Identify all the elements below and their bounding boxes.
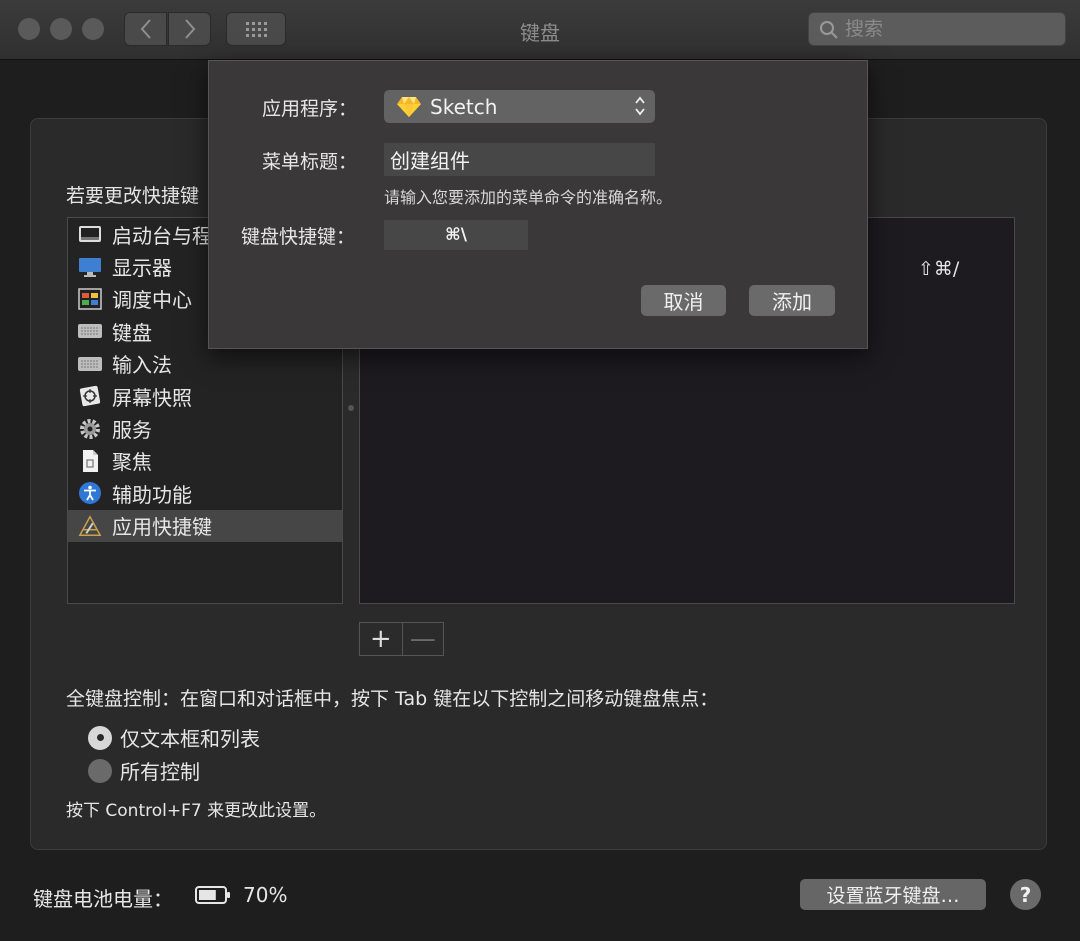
screenshot-icon: [78, 384, 102, 408]
splitter-handle[interactable]: [348, 405, 354, 411]
radio-label: 所有控制: [120, 760, 200, 784]
radio-label: 仅文本框和列表: [120, 727, 260, 751]
application-select-value: Sketch: [430, 94, 498, 119]
sidebar-item-label: 服务: [112, 418, 152, 443]
menu-title-field[interactable]: [384, 143, 655, 176]
sidebar-item-services[interactable]: 服务: [68, 412, 342, 444]
chevron-updown-icon: [635, 96, 645, 116]
sidebar-item-spotlight[interactable]: 聚焦: [68, 445, 342, 477]
application-label: 应用程序：: [262, 98, 358, 120]
menu-title-label: 菜单标题：: [262, 151, 358, 173]
help-button[interactable]: ?: [1010, 879, 1041, 910]
add-remove-control: + —: [359, 622, 444, 656]
add-shortcut-button[interactable]: +: [360, 623, 402, 655]
setup-bluetooth-keyboard-button[interactable]: 设置蓝牙键盘…: [800, 879, 986, 910]
radio-button[interactable]: [88, 725, 112, 750]
radio-text-boxes-and-lists[interactable]: 仅文本框和列表: [88, 723, 260, 752]
keyboard-shortcut-field[interactable]: ⌘\: [384, 220, 528, 250]
sketch-app-icon: [397, 96, 421, 117]
accessibility-icon: [78, 481, 102, 505]
sidebar-item-label: 输入法: [112, 353, 172, 378]
mission-control-icon: [78, 287, 102, 311]
remove-shortcut-button[interactable]: —: [401, 623, 443, 655]
spotlight-icon: [78, 449, 102, 473]
keyboard-icon: [78, 319, 102, 343]
sidebar-item-label: 键盘: [112, 320, 152, 345]
sidebar-item-label: 调度中心: [112, 288, 192, 313]
battery-percent: 70%: [243, 883, 288, 907]
application-select[interactable]: Sketch: [384, 90, 655, 123]
titlebar: 键盘: [0, 0, 1080, 60]
search-field[interactable]: [808, 12, 1066, 46]
sidebar-item-input-method[interactable]: 输入法: [68, 348, 342, 380]
menu-title-hint: 请输入您要添加的菜单命令的准确名称。: [384, 188, 673, 207]
radio-all-controls[interactable]: 所有控制: [88, 756, 200, 785]
display-icon: [78, 255, 102, 279]
add-button[interactable]: 添加: [749, 285, 835, 316]
launchpad-icon: [78, 222, 102, 246]
keyboard-shortcut-label: 键盘快捷键：: [241, 226, 356, 248]
gear-icon: [78, 417, 102, 441]
battery-icon: [195, 886, 230, 904]
sidebar-item-label: 启动台与程: [112, 223, 212, 248]
search-input[interactable]: [845, 16, 1055, 42]
full-keyboard-control-label: 全键盘控制：在窗口和对话框中，按下 Tab 键在以下控制之间移动键盘焦点：: [66, 688, 719, 710]
sidebar-item-label: 聚焦: [112, 450, 152, 475]
shortcut-key-value[interactable]: ⇧⌘/: [918, 258, 959, 280]
search-icon: [820, 21, 838, 39]
app-shortcuts-icon: [78, 514, 102, 538]
sidebar-item-label: 屏幕快照: [112, 385, 192, 410]
sidebar-item-app-shortcuts[interactable]: 应用快捷键: [68, 509, 342, 542]
sidebar-item-label: 辅助功能: [112, 482, 192, 507]
sidebar-item-screenshot[interactable]: 屏幕快照: [68, 380, 342, 412]
sidebar-item-label: 应用快捷键: [112, 515, 212, 540]
cancel-button[interactable]: 取消: [641, 285, 726, 316]
instruction-text: 若要更改快捷键: [66, 185, 200, 207]
control-f7-hint: 按下 Control+F7 来更改此设置。: [66, 801, 327, 821]
input-method-icon: [78, 352, 102, 376]
radio-button[interactable]: [88, 758, 112, 783]
sidebar-item-label: 显示器: [112, 256, 172, 281]
sidebar-item-accessibility[interactable]: 辅助功能: [68, 477, 342, 509]
battery-level-label: 键盘电池电量：: [33, 887, 173, 911]
